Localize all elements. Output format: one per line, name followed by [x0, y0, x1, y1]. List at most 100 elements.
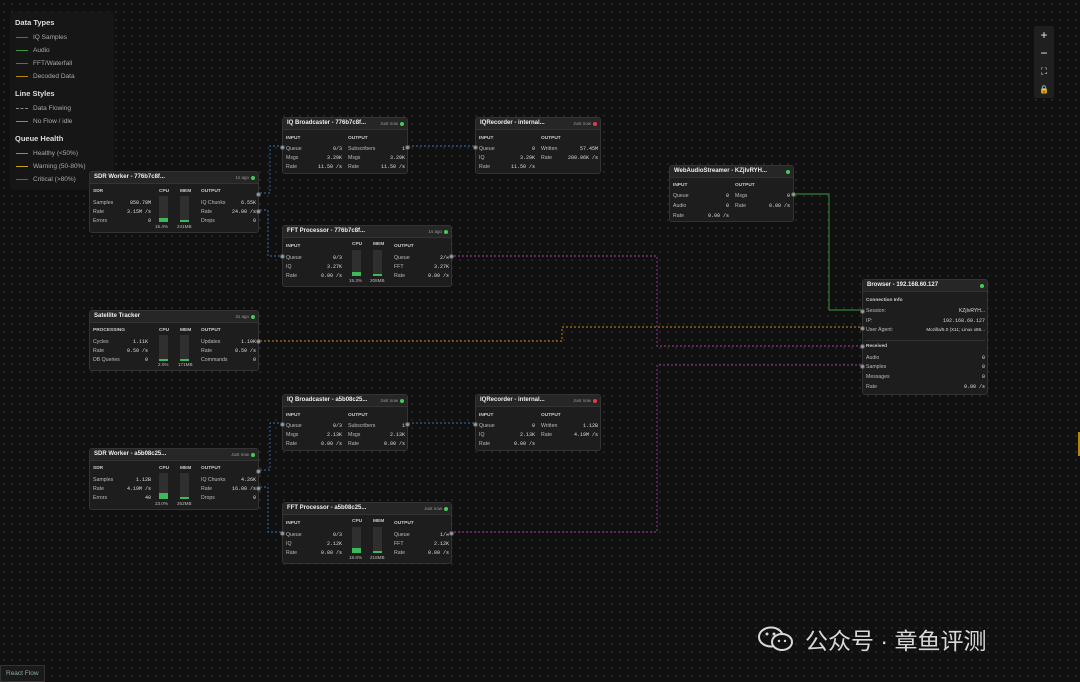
lock-button[interactable]: 🔒 [1034, 80, 1054, 98]
metric-label: DB Queries [93, 357, 120, 363]
metric-value: 0 [981, 364, 985, 370]
zoom-out-button[interactable]: − [1034, 44, 1054, 62]
input-handle[interactable] [473, 145, 478, 150]
node-timestamp: 1s ago [235, 175, 249, 180]
node-title: IQRecorder - internal... [480, 397, 545, 403]
node-browser[interactable]: Browser - 192.168.60.127 Connection Info… [860, 279, 988, 395]
output-handle[interactable] [256, 486, 261, 491]
legend-item-healthy: Healthy (<50%) [10, 147, 114, 160]
input-handle[interactable] [860, 344, 865, 349]
edge-sdr2-fft2 [260, 486, 282, 533]
node-web-audio-streamer[interactable]: WebAudioStreamer - KZjIvRYH... INPUT Que… [669, 165, 796, 222]
output-handle[interactable] [449, 254, 454, 259]
metric-label: Rate [735, 203, 746, 209]
metric-value: 16.00 /s [231, 486, 256, 492]
metric-label: Rate [541, 155, 552, 161]
metric-label: Rate [286, 550, 297, 556]
node-iq-broadcaster-1[interactable]: IQ Broadcaster - 776b7c8f... Just now IN… [280, 117, 410, 174]
cpu-bar [159, 335, 168, 361]
metric-label: FFT [394, 541, 404, 547]
section-label: OUTPUT [201, 328, 221, 333]
output-handle[interactable] [791, 192, 796, 197]
react-flow-attribution[interactable]: React Flow [0, 665, 45, 682]
lock-icon: 🔒 [1039, 84, 1049, 94]
metric-value: 2.12K [433, 541, 449, 547]
node-title: IQ Broadcaster - a5b08c25... [287, 397, 368, 403]
metric-label: Rate [479, 441, 490, 447]
metric-label: Queue [673, 193, 689, 199]
metric-value: 57.45M [579, 146, 598, 152]
input-handle[interactable] [860, 364, 865, 369]
metric-label: IQ [479, 432, 485, 438]
node-sdr-worker-2[interactable]: SDR Worker - a5b08c25... Just now SDR Sa… [89, 448, 261, 510]
watermark-text: 公众号 · 章鱼评测 [805, 628, 987, 654]
section-label: INPUT [286, 413, 301, 418]
node-title: Satellite Tracker [94, 313, 141, 319]
output-handle[interactable] [405, 145, 410, 150]
metric-label: IQ [286, 541, 292, 547]
metric-value: 1.10K [240, 339, 256, 345]
metric-value: 4.26K [240, 477, 256, 483]
input-handle[interactable] [860, 309, 865, 314]
metric-value: 0.00 /s [513, 441, 535, 447]
fit-view-button[interactable]: ⛶ [1034, 62, 1054, 80]
input-handle[interactable] [280, 145, 285, 150]
output-handle[interactable] [405, 422, 410, 427]
mem-label: MEM [180, 328, 192, 333]
node-fft-processor-1[interactable]: FFT Processor - 776b7c8f... 1s ago INPUT… [280, 225, 454, 287]
mem-value: 241MB [177, 224, 192, 229]
mem-label: MEM [180, 189, 192, 194]
metric-value: 0.00 /s [320, 441, 342, 447]
node-iq-broadcaster-2[interactable]: IQ Broadcaster - a5b08c25... Just now IN… [280, 394, 410, 451]
metric-value: 0 [725, 203, 729, 209]
output-handle[interactable] [449, 531, 454, 536]
metric-value: 0 [252, 218, 256, 224]
status-dot [251, 176, 255, 180]
section-label: OUTPUT [201, 189, 221, 194]
node-timestamp: Just now [573, 398, 591, 403]
input-handle[interactable] [860, 326, 865, 331]
input-handle[interactable] [280, 531, 285, 536]
metric-value: 0 [252, 357, 256, 363]
zoom-in-button[interactable]: + [1034, 26, 1054, 44]
metric-label: Samples [866, 364, 887, 370]
metric-label: Queue [286, 146, 302, 152]
metric-value: 1.12B [582, 423, 598, 429]
section-label: SDR [93, 189, 104, 194]
output-handle[interactable] [256, 469, 261, 474]
node-fft-processor-2[interactable]: FFT Processor - a5b08c25... Just now INP… [280, 502, 454, 564]
output-handle[interactable] [256, 192, 261, 197]
section-label: INPUT [479, 413, 494, 418]
metric-label: Rate [286, 441, 297, 447]
cpu-value: 23.0% [155, 501, 169, 506]
node-sdr-worker-1[interactable]: SDR Worker - 776b7c8f... 1s ago SDR Samp… [89, 171, 261, 233]
divider [865, 340, 985, 341]
metric-label: Written [541, 146, 558, 152]
output-handle[interactable] [256, 209, 261, 214]
node-title: IQRecorder - internal... [480, 120, 545, 126]
metric-label: Rate [286, 273, 297, 279]
ip-value: 192.168.60.127 [942, 318, 985, 324]
node-satellite-tracker[interactable]: Satellite Tracker 2s ago PROCESSING Cycl… [89, 310, 261, 371]
legend-item-flowing: Data Flowing [10, 102, 114, 115]
output-handle[interactable] [256, 339, 261, 344]
node-title: Browser - 192.168.60.127 [867, 282, 939, 288]
metric-value: 0.00 /s [320, 550, 342, 556]
input-handle[interactable] [280, 254, 285, 259]
legend-queue-health-title: Queue Health [15, 134, 64, 143]
node-timestamp: 1s ago [428, 229, 442, 234]
info-label: User Agent: [866, 327, 894, 333]
node-iq-recorder-2[interactable]: IQRecorder - internal... Just now INPUT … [473, 394, 601, 451]
metric-label: Queue [394, 532, 410, 538]
section-label: OUTPUT [201, 466, 221, 471]
metric-value: 0.00 /s [320, 273, 342, 279]
input-handle[interactable] [280, 422, 285, 427]
node-iq-recorder-1[interactable]: IQRecorder - internal... Just now INPUT … [473, 117, 601, 174]
mem-bar [180, 473, 189, 499]
metric-value: 0 [147, 218, 151, 224]
metric-value: 0 [725, 193, 729, 199]
metric-value: 2.13K [519, 432, 535, 438]
node-timestamp: Just now [380, 121, 398, 126]
input-handle[interactable] [473, 422, 478, 427]
mem-bar-fill [373, 273, 382, 276]
